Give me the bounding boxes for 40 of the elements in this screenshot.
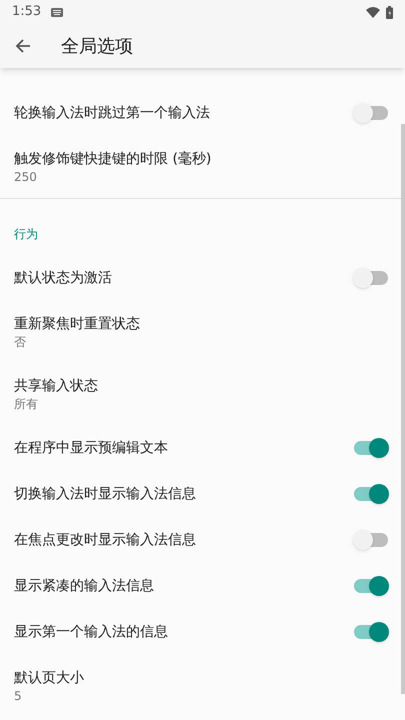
setting-title: 在程序中显示预编辑文本 bbox=[14, 438, 168, 458]
setting-title: 显示紧凑的输入法信息 bbox=[14, 576, 154, 596]
page-title: 全局选项 bbox=[61, 34, 133, 58]
battery-icon bbox=[386, 6, 393, 18]
toggle-switch[interactable] bbox=[353, 484, 389, 504]
setting-row[interactable]: 显示紧凑的输入法信息 bbox=[0, 563, 405, 609]
back-arrow-icon bbox=[15, 38, 31, 54]
setting-row[interactable]: 在焦点更改时显示输入法信息 bbox=[0, 517, 405, 563]
toggle-switch[interactable] bbox=[353, 103, 389, 123]
setting-value: 250 bbox=[14, 169, 38, 185]
setting-row[interactable]: 重新聚焦时重置状态 否 bbox=[0, 301, 405, 363]
setting-title: 在焦点更改时显示输入法信息 bbox=[14, 530, 196, 550]
toggle-switch[interactable] bbox=[353, 268, 389, 288]
status-time: 1:53 bbox=[12, 3, 42, 22]
section-header: 行为 bbox=[14, 226, 38, 243]
setting-title: 默认页大小 bbox=[14, 669, 85, 688]
setting-row[interactable]: 默认状态为激活 bbox=[0, 255, 405, 301]
wifi-icon bbox=[366, 6, 380, 18]
setting-title: 切换输入法时显示输入法信息 bbox=[14, 484, 196, 504]
setting-value: 5 bbox=[14, 688, 23, 704]
setting-title: 共享输入状态 bbox=[14, 377, 99, 396]
setting-row[interactable]: 切换输入法时显示输入法信息 bbox=[0, 471, 405, 517]
keyboard-icon bbox=[51, 8, 64, 16]
setting-row[interactable]: 在程序中显示预编辑文本 bbox=[0, 425, 405, 471]
setting-title: 重新聚焦时重置状态 bbox=[14, 315, 141, 334]
toggle-switch[interactable] bbox=[353, 576, 389, 596]
setting-row[interactable]: 默认页大小 5 bbox=[0, 655, 405, 717]
toggle-switch[interactable] bbox=[353, 438, 389, 458]
setting-title: 显示第一个输入法的信息 bbox=[14, 622, 168, 642]
setting-title: 默认状态为激活 bbox=[14, 268, 112, 288]
setting-title: 触发修饰键快捷键的时限 (毫秒) bbox=[14, 150, 212, 169]
setting-title: 轮换输入法时跳过第一个输入法 bbox=[14, 104, 210, 122]
setting-value: 否 bbox=[14, 334, 27, 350]
setting-row[interactable]: 触发修饰键快捷键的时限 (毫秒) 250 bbox=[0, 136, 405, 198]
toggle-switch[interactable] bbox=[353, 622, 389, 642]
setting-row[interactable]: 显示第一个输入法的信息 bbox=[0, 609, 405, 655]
setting-value: 所有 bbox=[14, 396, 39, 412]
setting-row[interactable]: 共享输入状态 所有 bbox=[0, 363, 405, 425]
toggle-switch[interactable] bbox=[353, 530, 389, 550]
setting-row[interactable]: 轮换输入法时跳过第一个输入法 bbox=[0, 90, 405, 136]
